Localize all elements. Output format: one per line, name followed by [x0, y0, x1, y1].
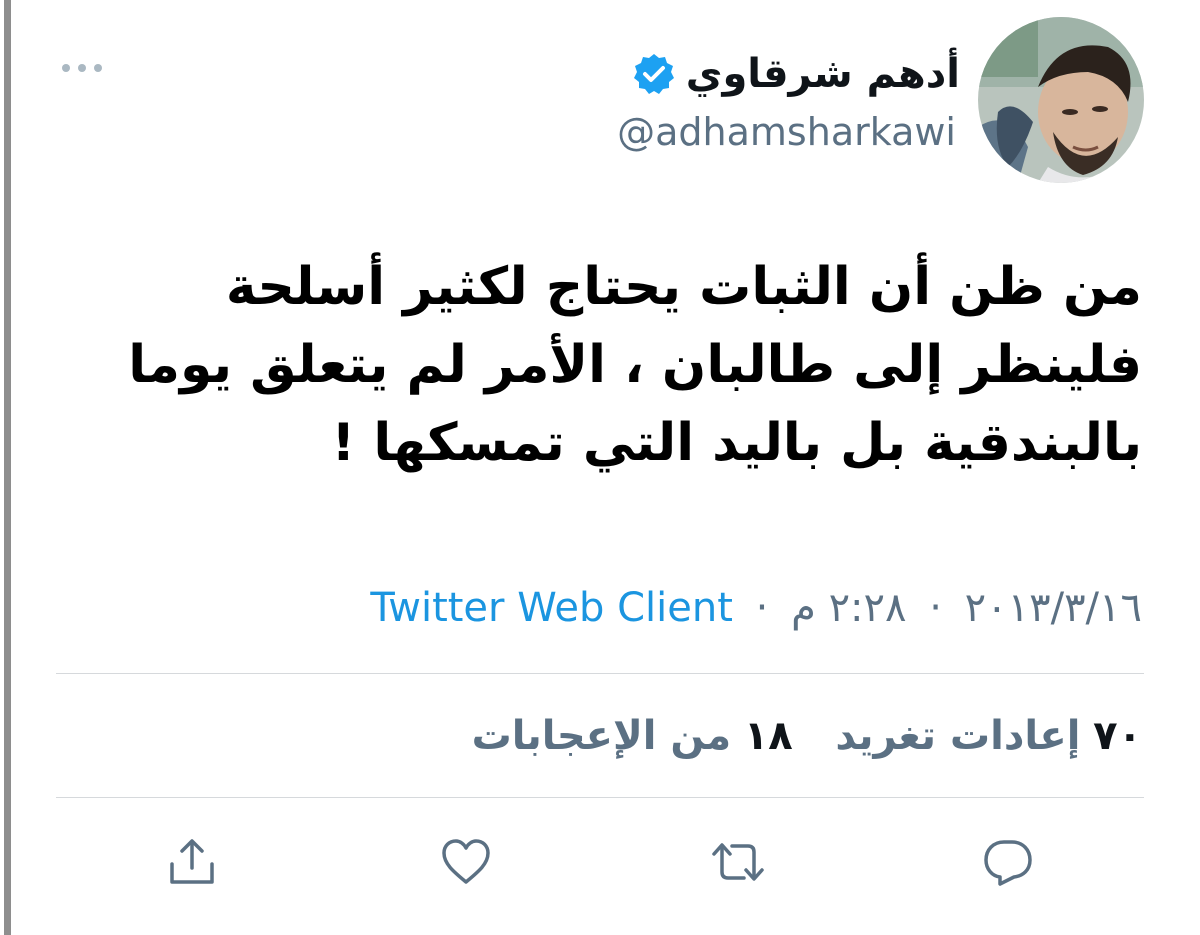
tweet-detail-page: أدهم شرقاوي @adhamsharkawi من ظن أن الثب… — [0, 0, 1200, 935]
tweet-text: من ظن أن الثبات يحتاج لكثير أسلحة فلينظر… — [52, 248, 1142, 482]
author-display-name: أدهم شرقاوي — [685, 51, 960, 97]
likes-label: من الإعجابات — [471, 713, 732, 759]
meta-separator: · — [929, 585, 942, 631]
retweet-icon — [712, 843, 764, 881]
like-button[interactable] — [434, 830, 498, 894]
share-button[interactable] — [160, 830, 224, 894]
author-handle[interactable]: @adhamsharkawi — [617, 104, 956, 160]
retweets-count: ٧٠ — [1093, 713, 1142, 759]
like-icon — [442, 839, 490, 884]
share-icon — [170, 839, 214, 884]
left-edge-border — [4, 0, 11, 935]
tweet-stats: ٧٠ إعادات تغريد ١٨ من الإعجابات — [442, 706, 1142, 766]
retweet-button[interactable] — [706, 830, 770, 894]
reply-icon — [984, 840, 1032, 886]
verified-badge-icon — [633, 54, 674, 94]
likes-count: ١٨ — [743, 713, 793, 759]
likes-stat[interactable]: ١٨ من الإعجابات — [472, 706, 793, 766]
tweet-text-line: بالبندقية بل باليد التي تمسكها ! — [331, 413, 1142, 473]
divider — [56, 673, 1144, 674]
more-options-icon[interactable] — [60, 58, 104, 78]
tweet-client-link[interactable]: Twitter Web Client — [370, 585, 733, 631]
tweet-time[interactable]: ٢:٢٨ م — [791, 585, 906, 631]
retweets-label: إعادات تغريد — [835, 713, 1081, 759]
avatar[interactable] — [978, 17, 1144, 183]
tweet-meta: ٢٠١٣/٣/١٦ · ٢:٢٨ م · Twitter Web Client — [370, 578, 1142, 638]
tweet-text-line: فلينظر إلى طالبان ، الأمر لم يتعلق يوما — [128, 335, 1142, 395]
retweets-stat[interactable]: ٧٠ إعادات تغريد — [835, 706, 1142, 766]
meta-separator: · — [755, 585, 769, 631]
tweet-text-line: من ظن أن الثبات يحتاج لكثير أسلحة — [225, 257, 1142, 317]
tweet-date[interactable]: ٢٠١٣/٣/١٦ — [965, 585, 1142, 631]
author-name-row[interactable]: أدهم شرقاوي — [632, 42, 960, 106]
divider — [56, 797, 1144, 798]
reply-button[interactable] — [976, 830, 1040, 894]
